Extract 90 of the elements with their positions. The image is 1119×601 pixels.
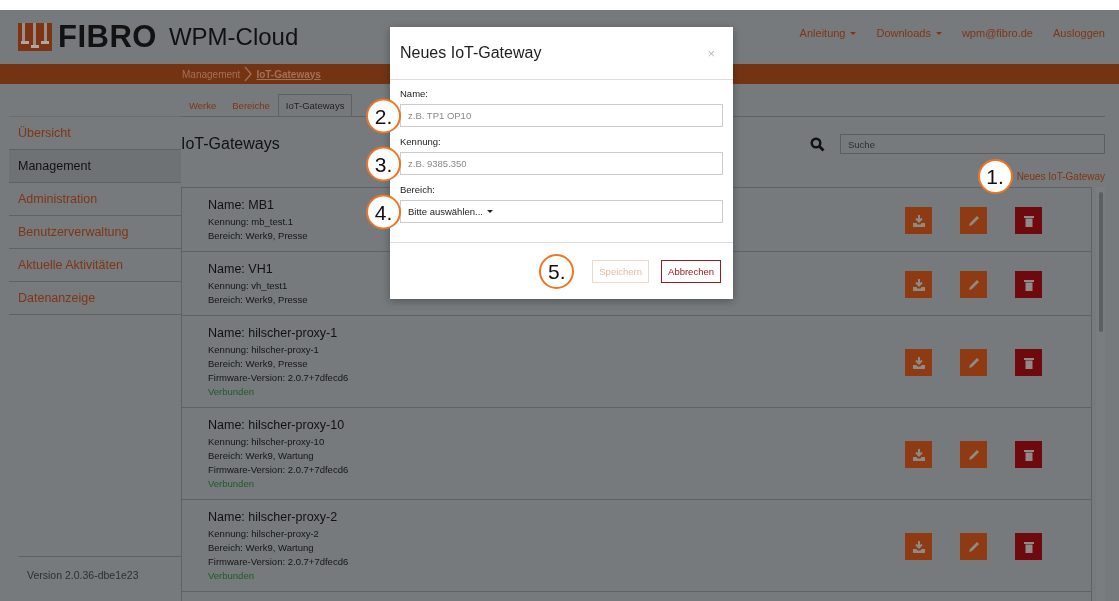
callout-number: 2. bbox=[366, 98, 401, 133]
close-button[interactable]: × bbox=[707, 45, 715, 61]
delete-button[interactable] bbox=[1015, 441, 1042, 468]
gateway-detail: Kennung: hilscher-proxy-10 bbox=[208, 435, 325, 449]
input-field[interactable]: z.B. TP1 OP10 bbox=[400, 104, 723, 127]
callout-number: 5. bbox=[539, 253, 575, 289]
sidebar-item[interactable]: Management bbox=[9, 150, 181, 183]
new-gateway-link[interactable]: Neues IoT-Gateway bbox=[1016, 170, 1105, 182]
gateway-detail: Firmware-Version: 2.0.7+7dfecd6 bbox=[208, 555, 349, 569]
edit-button[interactable] bbox=[960, 271, 987, 298]
sidebar-item[interactable]: Datenanzeige bbox=[9, 282, 181, 315]
gateway-name: Name: MB1 bbox=[208, 198, 274, 212]
status-text: Verbunden bbox=[208, 385, 254, 399]
breadcrumb-link[interactable]: Management bbox=[182, 68, 241, 80]
gateway-detail: Firmware-Version: 2.0.7+7dfecd6 bbox=[208, 371, 349, 385]
trash-icon bbox=[1023, 540, 1034, 553]
gateway-detail: Kennung: hilscher-proxy-2 bbox=[208, 527, 319, 541]
edit-button[interactable] bbox=[960, 207, 987, 234]
search-icon bbox=[810, 136, 825, 152]
dialog-title: Neues IoT-Gateway bbox=[400, 44, 542, 62]
delete-button[interactable] bbox=[1015, 349, 1042, 376]
download-icon bbox=[912, 214, 925, 227]
nav-link[interactable]: Downloads bbox=[876, 27, 942, 39]
download-icon bbox=[912, 540, 925, 553]
nav-link[interactable]: Anleitung bbox=[799, 27, 857, 39]
download-button[interactable] bbox=[905, 271, 932, 298]
pencil-icon bbox=[967, 448, 980, 461]
gateway-name: Name: hilscher-proxy-10 bbox=[208, 418, 345, 432]
tab[interactable]: Bereiche bbox=[224, 94, 278, 116]
gateway-detail: Bereich: Werk9, Presse bbox=[208, 293, 308, 307]
download-icon bbox=[912, 278, 925, 291]
gateway-name: Name: hilscher-proxy-2 bbox=[208, 510, 338, 524]
input-field[interactable]: z.B. 9385.350 bbox=[400, 152, 723, 175]
trash-icon bbox=[1023, 356, 1034, 369]
gateway-name: Name: VH1 bbox=[208, 262, 273, 276]
sidebar-item[interactable]: Administration bbox=[9, 183, 181, 216]
gateway-detail: Bereich: Werk9, Presse bbox=[208, 357, 308, 371]
status-text: Verbunden bbox=[208, 569, 254, 583]
cancel-button[interactable]: Abbrechen bbox=[661, 259, 721, 283]
trash-icon bbox=[1023, 448, 1034, 461]
nav-link[interactable]: Ausloggen bbox=[1053, 27, 1105, 39]
pencil-icon bbox=[967, 356, 980, 369]
scrollbar[interactable] bbox=[1096, 187, 1105, 601]
trash-icon bbox=[1023, 214, 1034, 227]
callout-number: 1. bbox=[977, 158, 1013, 194]
tab[interactable]: Werke bbox=[181, 94, 225, 116]
field-label: Kennung: bbox=[400, 136, 442, 147]
logo-wordmark: FIBRO bbox=[58, 19, 157, 55]
page-title: IoT-Gateways bbox=[181, 135, 280, 153]
nav-link[interactable]: wpm@fibro.de bbox=[961, 27, 1033, 39]
select-dropdown[interactable]: Bitte auswählen... bbox=[400, 200, 723, 223]
tab[interactable]: IoT-Gateways bbox=[277, 94, 353, 116]
pencil-icon bbox=[967, 540, 980, 553]
status-text: Verbunden bbox=[208, 477, 254, 491]
scrollbar-thumb[interactable] bbox=[1098, 192, 1103, 332]
download-icon bbox=[912, 356, 925, 369]
field-label: Bereich: bbox=[400, 184, 436, 195]
breadcrumb-link[interactable]: IoT-Gateways bbox=[256, 68, 321, 80]
delete-button[interactable] bbox=[1015, 271, 1042, 298]
trash-icon bbox=[1023, 278, 1034, 291]
edit-button[interactable] bbox=[960, 349, 987, 376]
callout-number: 3. bbox=[366, 146, 401, 181]
edit-button[interactable] bbox=[960, 441, 987, 468]
pencil-icon bbox=[967, 278, 980, 291]
download-button[interactable] bbox=[905, 533, 932, 560]
app-title: WPM-Cloud bbox=[168, 23, 299, 51]
gateway-detail: Bereich: Werk9, Presse bbox=[208, 229, 308, 243]
sidebar-item[interactable]: Benutzerverwaltung bbox=[9, 216, 181, 249]
gateway-detail: Firmware-Version: 2.0.7+7dfecd6 bbox=[208, 463, 349, 477]
edit-button[interactable] bbox=[960, 533, 987, 560]
field-label: Name: bbox=[400, 88, 429, 99]
gateway-detail: Kennung: mb_test.1 bbox=[208, 215, 294, 229]
delete-button[interactable] bbox=[1015, 207, 1042, 234]
pencil-icon bbox=[967, 214, 980, 227]
chevron-icon bbox=[243, 66, 254, 82]
gateway-detail: Bereich: Werk9, Wartung bbox=[208, 449, 314, 463]
sidebar-item[interactable]: Aktuelle Aktivitäten bbox=[9, 249, 181, 282]
gateway-detail: Bereich: Werk9, Wartung bbox=[208, 541, 314, 555]
download-icon bbox=[912, 448, 925, 461]
download-button[interactable] bbox=[905, 207, 932, 234]
download-button[interactable] bbox=[905, 441, 932, 468]
gateway-name: Name: hilscher-proxy-1 bbox=[208, 326, 338, 340]
version-text: Version 2.0.36-dbe1e23 bbox=[18, 556, 181, 601]
callout-number: 4. bbox=[366, 194, 401, 229]
delete-button[interactable] bbox=[1015, 533, 1042, 560]
gateway-detail: Kennung: hilscher-proxy-1 bbox=[208, 343, 319, 357]
download-button[interactable] bbox=[905, 349, 932, 376]
gateway-detail: Kennung: vh_test1 bbox=[208, 279, 288, 293]
logo-icon bbox=[18, 23, 52, 51]
search-field[interactable]: Suche bbox=[840, 134, 1105, 154]
